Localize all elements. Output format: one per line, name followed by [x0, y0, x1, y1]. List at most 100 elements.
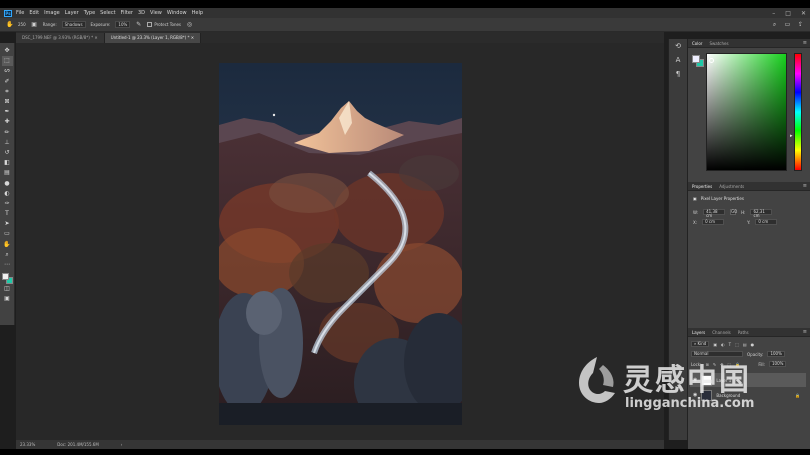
path-select-tool-icon[interactable]: ➤	[2, 219, 13, 229]
lasso-tool-icon[interactable]: ᔕ	[2, 66, 13, 76]
quick-select-tool-icon[interactable]: ✐	[2, 77, 13, 87]
tab-channels[interactable]: Channels	[712, 330, 731, 335]
eyedropper-tool-icon[interactable]: ✒	[2, 107, 13, 117]
color-picker-cursor[interactable]	[709, 58, 714, 63]
shape-tool-icon[interactable]: ▭	[2, 229, 13, 239]
layer-lock-icon[interactable]: 🔒	[795, 393, 800, 398]
filter-shape-icon[interactable]: ⬚	[735, 342, 739, 347]
foreground-color-swatch[interactable]	[692, 55, 700, 63]
filter-adjust-icon[interactable]: ◐	[721, 342, 725, 347]
range-label: Range:	[42, 22, 57, 27]
x-field[interactable]: 0 cm	[702, 219, 725, 225]
history-brush-tool-icon[interactable]: ↺	[2, 148, 13, 158]
tab-layers[interactable]: Layers	[692, 330, 705, 335]
color-picker-field[interactable]	[706, 53, 787, 171]
size-row: W: 41,38 cm GO H: 62,31 cm	[693, 209, 773, 218]
dodge-tool-icon[interactable]: ◐	[2, 189, 13, 199]
pressure-icon[interactable]: ◎	[186, 21, 193, 28]
menu-select[interactable]: Select	[100, 10, 115, 16]
tab-swatches[interactable]: Swatches	[709, 41, 728, 46]
filter-smart-icon[interactable]: ▤	[743, 342, 747, 347]
marquee-tool-icon[interactable]: ⬚	[1, 56, 13, 67]
exposure-field[interactable]: 10%	[115, 21, 131, 28]
tab-properties[interactable]: Properties	[692, 184, 712, 189]
canvas-area[interactable]	[16, 43, 664, 440]
layer-filter-row: ⌕ Kind ▣ ◐ T ⬚ ▤ ●	[691, 341, 754, 347]
quick-mask-icon[interactable]: ◫	[2, 284, 13, 294]
width-field[interactable]: 41,38 cm	[703, 209, 726, 218]
tab-dsc1799[interactable]: DSC_1799.NEF @ 3.93% (RGB/8*) * ✕	[16, 33, 105, 43]
burn-tool-icon[interactable]: ✋	[6, 21, 13, 28]
clone-stamp-tool-icon[interactable]: ⊥	[2, 138, 13, 148]
hue-slider-arrow-icon[interactable]: ▸	[790, 133, 793, 139]
options-bar: ✋ 250 ▣ Range: Shadows Exposure: 10% ✎ P…	[0, 18, 810, 32]
menu-3d[interactable]: 3D	[138, 10, 145, 16]
paragraph-panel-icon[interactable]: ¶	[673, 70, 683, 79]
document-image[interactable]	[219, 63, 462, 425]
properties-title-text: Pixel Layer Properties	[700, 196, 744, 201]
tab-paths[interactable]: Paths	[738, 330, 749, 335]
menu-help[interactable]: Help	[192, 10, 203, 16]
link-dimensions-button[interactable]: GO	[730, 209, 737, 215]
zoom-tool-icon[interactable]: ⌕	[2, 250, 13, 260]
properties-panel: ▣ Pixel Layer Properties W: 41,38 cm GO …	[688, 191, 810, 328]
doc-size[interactable]: Doc: 201.4M/155.6M	[57, 442, 99, 447]
healing-brush-tool-icon[interactable]: ✚	[2, 117, 13, 127]
checkbox-icon	[147, 22, 153, 28]
history-panel-icon[interactable]: ⟲	[673, 42, 683, 51]
menu-file[interactable]: File	[16, 10, 24, 16]
more-tools-icon[interactable]: ⋯	[2, 260, 13, 270]
move-tool-icon[interactable]: ✥	[2, 46, 13, 56]
y-field[interactable]: 0 cm	[755, 219, 778, 225]
type-tool-icon[interactable]: T	[2, 209, 13, 219]
share-icon[interactable]: ⇪	[797, 21, 804, 28]
menu-type[interactable]: Type	[84, 10, 95, 16]
minimize-icon[interactable]: –	[772, 10, 775, 17]
menu-image[interactable]: Image	[44, 10, 60, 16]
menu-filter[interactable]: Filter	[121, 10, 133, 16]
filter-pixel-icon[interactable]: ▣	[713, 342, 717, 347]
search-icon[interactable]: ⌕	[771, 21, 778, 28]
range-select[interactable]: Shadows	[61, 21, 86, 28]
menu-view[interactable]: View	[150, 10, 162, 16]
close-icon[interactable]: ✕	[801, 10, 806, 17]
letterbox-bottom	[0, 449, 810, 455]
panel-menu-icon[interactable]: ≡	[803, 182, 807, 191]
filter-toggle-icon[interactable]: ●	[751, 342, 755, 347]
menu-edit[interactable]: Edit	[29, 10, 39, 16]
character-panel-icon[interactable]: A	[673, 56, 683, 65]
workspace-icon[interactable]: ▭	[784, 21, 791, 28]
panel-menu-icon[interactable]: ≡	[803, 39, 807, 48]
zoom-level[interactable]: 23.33%	[20, 442, 35, 447]
y-label: Y:	[747, 219, 751, 225]
blur-tool-icon[interactable]: ●	[2, 178, 13, 188]
screen-mode-icon[interactable]: ▣	[2, 294, 13, 304]
status-arrow-icon[interactable]: ›	[121, 442, 123, 447]
eraser-tool-icon[interactable]: ◧	[2, 158, 13, 168]
tab-color[interactable]: Color	[692, 41, 702, 46]
gradient-tool-icon[interactable]: ▤	[2, 168, 13, 178]
crop-tool-icon[interactable]: ⌗	[2, 87, 13, 97]
tab-adjustments[interactable]: Adjustments	[719, 184, 744, 189]
tab-untitled-1[interactable]: Untitled-1 @ 23.3% (Layer 1, RGB/8*) * ✕	[104, 33, 202, 43]
height-field[interactable]: 62,31 cm	[750, 209, 773, 218]
menu-window[interactable]: Window	[167, 10, 187, 16]
hue-slider[interactable]	[794, 53, 802, 171]
options-right: ⌕ ▭ ⇪	[771, 21, 804, 28]
frame-tool-icon[interactable]: ⊠	[2, 97, 13, 107]
brush-settings-icon[interactable]: ▣	[31, 21, 38, 28]
maximize-icon[interactable]: □	[785, 10, 791, 17]
brush-size-value[interactable]: 250	[18, 22, 26, 27]
foreground-color-swatch[interactable]	[2, 273, 9, 281]
position-row: X: 0 cm Y: 0 cm	[693, 219, 778, 225]
hand-tool-icon[interactable]: ✋	[2, 240, 13, 250]
color-swatches[interactable]	[1, 272, 13, 285]
filter-type-icon[interactable]: T	[729, 342, 731, 347]
pen-tool-icon[interactable]: ✑	[2, 199, 13, 209]
brush-tool-icon[interactable]: ✏	[2, 128, 13, 138]
airbrush-icon[interactable]: ✎	[135, 21, 142, 28]
menu-layer[interactable]: Layer	[65, 10, 79, 16]
layer-filter-select[interactable]: ⌕ Kind	[691, 341, 710, 347]
protect-tones-checkbox[interactable]: Protect Tones	[147, 22, 181, 28]
panel-menu-icon[interactable]: ≡	[803, 328, 807, 337]
